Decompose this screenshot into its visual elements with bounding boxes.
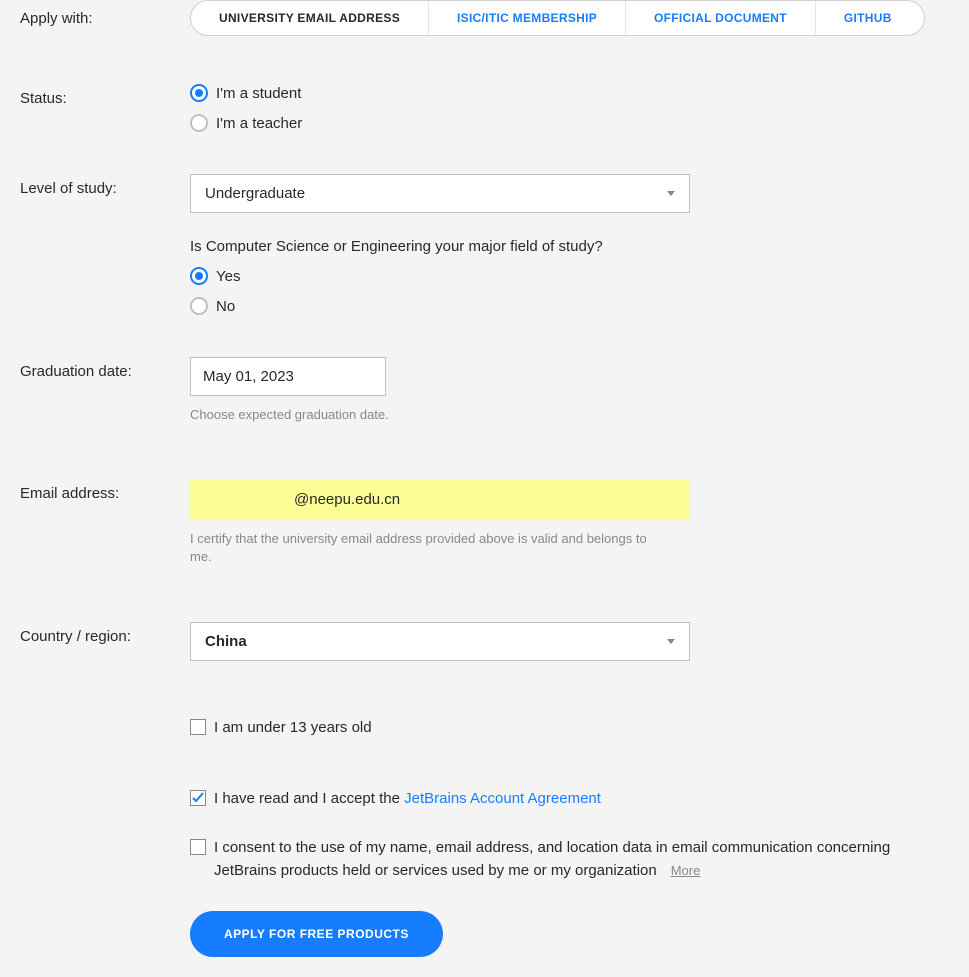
apply-with-label: Apply with: <box>20 10 190 27</box>
radio-cs-no-label: No <box>216 298 235 315</box>
radio-teacher-label: I'm a teacher <box>216 115 302 132</box>
checkbox-under-13[interactable] <box>190 719 206 735</box>
email-hint: I certify that the university email addr… <box>190 530 670 566</box>
checkbox-consent[interactable] <box>190 839 206 855</box>
radio-cs-yes-label: Yes <box>216 268 240 285</box>
agreement-link[interactable]: JetBrains Account Agreement <box>404 790 601 807</box>
graduation-label: Graduation date: <box>20 357 190 380</box>
consent-text: I consent to the use of my name, email a… <box>214 839 890 879</box>
country-value: China <box>205 633 247 650</box>
email-input[interactable]: @neepu.edu.cn <box>190 479 690 520</box>
tab-university-email[interactable]: UNIVERSITY EMAIL ADDRESS <box>191 1 429 35</box>
apply-button[interactable]: APPLY FOR FREE PRODUCTS <box>190 911 443 957</box>
radio-student-label: I'm a student <box>216 85 301 102</box>
cs-question-text: Is Computer Science or Engineering your … <box>190 238 925 255</box>
checkbox-under-13-label: I am under 13 years old <box>214 716 372 739</box>
chevron-down-icon <box>667 191 675 196</box>
chevron-down-icon <box>667 639 675 644</box>
graduation-value: May 01, 2023 <box>203 368 294 385</box>
status-label: Status: <box>20 84 190 107</box>
radio-student[interactable] <box>190 84 208 102</box>
radio-teacher[interactable] <box>190 114 208 132</box>
checkbox-accept-agreement-label: I have read and I accept the JetBrains A… <box>214 787 601 810</box>
graduation-hint: Choose expected graduation date. <box>190 406 670 424</box>
radio-cs-no[interactable] <box>190 297 208 315</box>
level-label: Level of study: <box>20 174 190 197</box>
graduation-input[interactable]: May 01, 2023 <box>190 357 386 396</box>
email-value: @neepu.edu.cn <box>202 491 678 508</box>
checkbox-consent-label: I consent to the use of my name, email a… <box>214 836 925 883</box>
level-value: Undergraduate <box>205 185 305 202</box>
checkbox-accept-agreement[interactable] <box>190 790 206 806</box>
apply-with-tabs: UNIVERSITY EMAIL ADDRESS ISIC/ITIC MEMBE… <box>190 0 925 36</box>
country-select[interactable]: China <box>190 622 690 661</box>
more-link[interactable]: More <box>671 863 701 878</box>
email-label: Email address: <box>20 479 190 502</box>
tab-github[interactable]: GITHUB <box>816 1 920 35</box>
radio-cs-yes[interactable] <box>190 267 208 285</box>
tab-official-document[interactable]: OFFICIAL DOCUMENT <box>626 1 816 35</box>
country-label: Country / region: <box>20 622 190 645</box>
tab-isic-itic[interactable]: ISIC/ITIC MEMBERSHIP <box>429 1 626 35</box>
level-select[interactable]: Undergraduate <box>190 174 690 213</box>
accept-prefix: I have read and I accept the <box>214 790 404 807</box>
